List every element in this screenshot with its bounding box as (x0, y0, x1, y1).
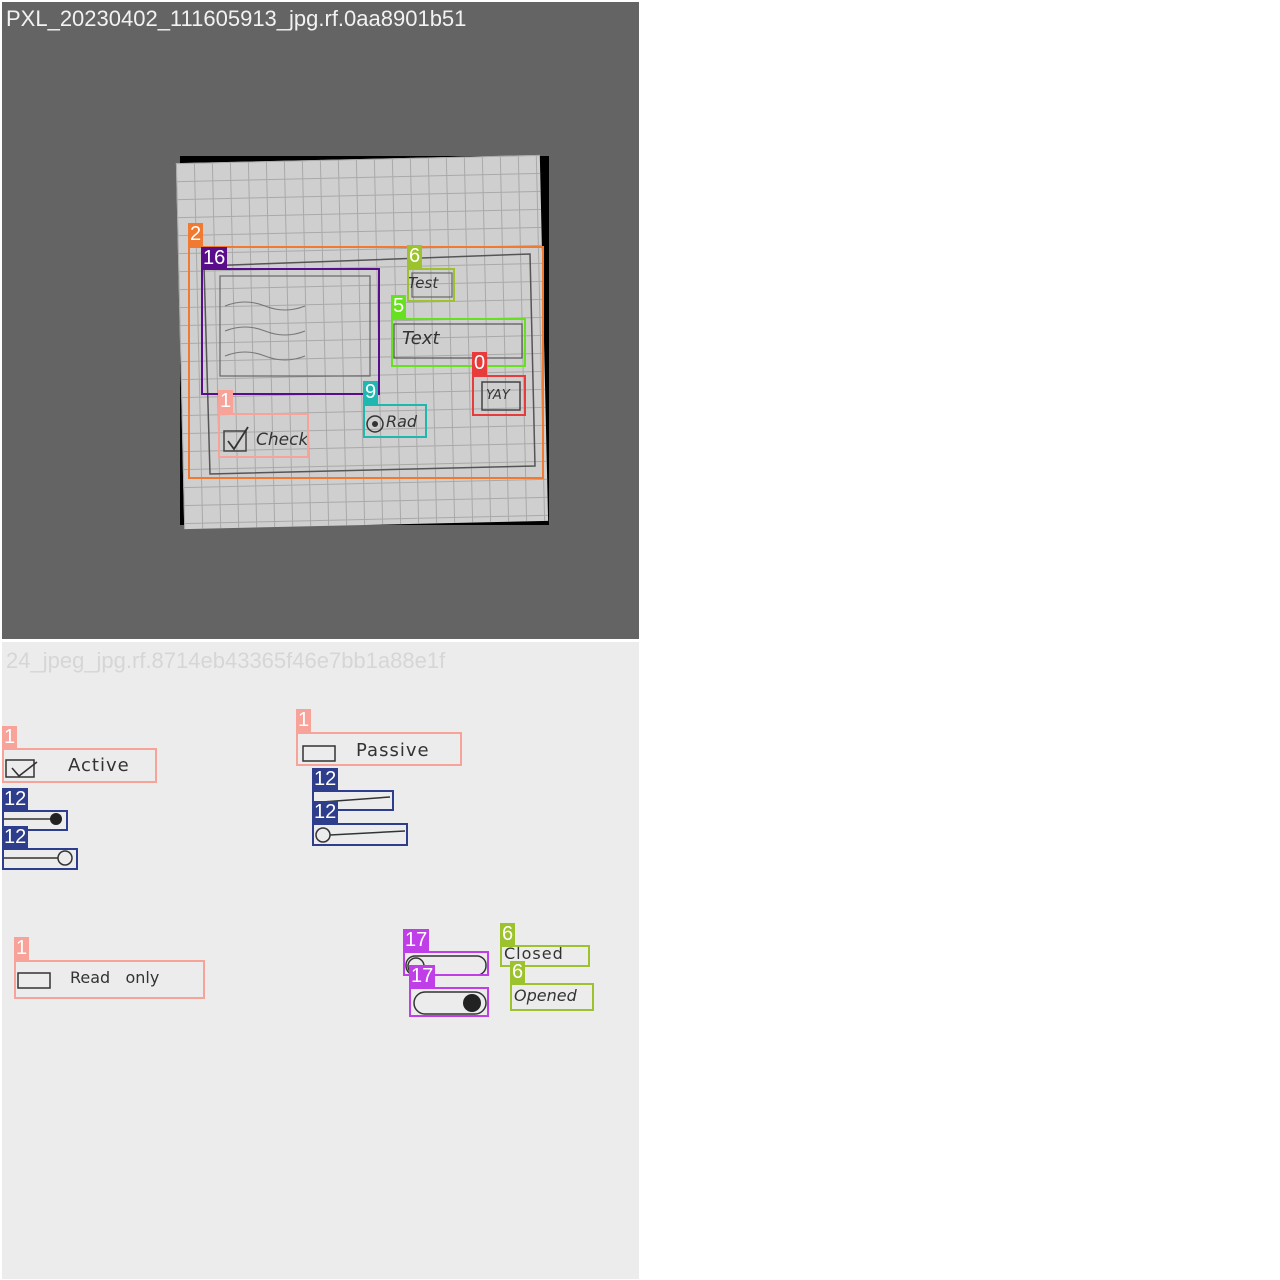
detection-box (201, 268, 380, 395)
detection-box (2, 848, 78, 870)
detection-box (218, 413, 309, 458)
detection-box (296, 732, 462, 766)
detection-box (363, 404, 427, 438)
detection-label: 9 (363, 381, 379, 404)
detection-label: 6 (510, 961, 526, 984)
detection-label: 12 (312, 801, 339, 824)
detection-box (510, 983, 594, 1011)
detection-label: 12 (2, 826, 29, 849)
image-tile-1: PXL_20230402_111605913_jpg.rf.0aa8901b51… (2, 2, 639, 639)
detection-label: 1 (218, 390, 234, 413)
detection-label: 1 (14, 937, 30, 960)
detection-box (407, 268, 455, 302)
detection-label: 1 (296, 709, 312, 732)
image-tile-2: 24_jpeg_jpg.rf.8714eb43365f46e7bb1a88e1f… (2, 642, 639, 1279)
detection-label: 5 (391, 295, 407, 318)
detection-box (409, 987, 489, 1017)
detection-label: 17 (403, 929, 430, 952)
detection-box (312, 823, 408, 846)
detection-box (472, 375, 526, 416)
detection-label: 17 (409, 965, 436, 988)
detection-label: 6 (407, 245, 423, 268)
detection-label: 6 (500, 923, 516, 946)
detection-label: 12 (2, 788, 29, 811)
detection-label: 2 (188, 223, 204, 246)
detection-label: 12 (312, 768, 339, 791)
detection-label: 16 (201, 247, 228, 270)
detection-box (2, 748, 157, 783)
detection-box (14, 960, 205, 999)
image-filename: PXL_20230402_111605913_jpg.rf.0aa8901b51 (6, 6, 467, 31)
detection-box (391, 318, 526, 367)
detection-label: 0 (472, 352, 488, 375)
detection-label: 1 (2, 726, 18, 749)
